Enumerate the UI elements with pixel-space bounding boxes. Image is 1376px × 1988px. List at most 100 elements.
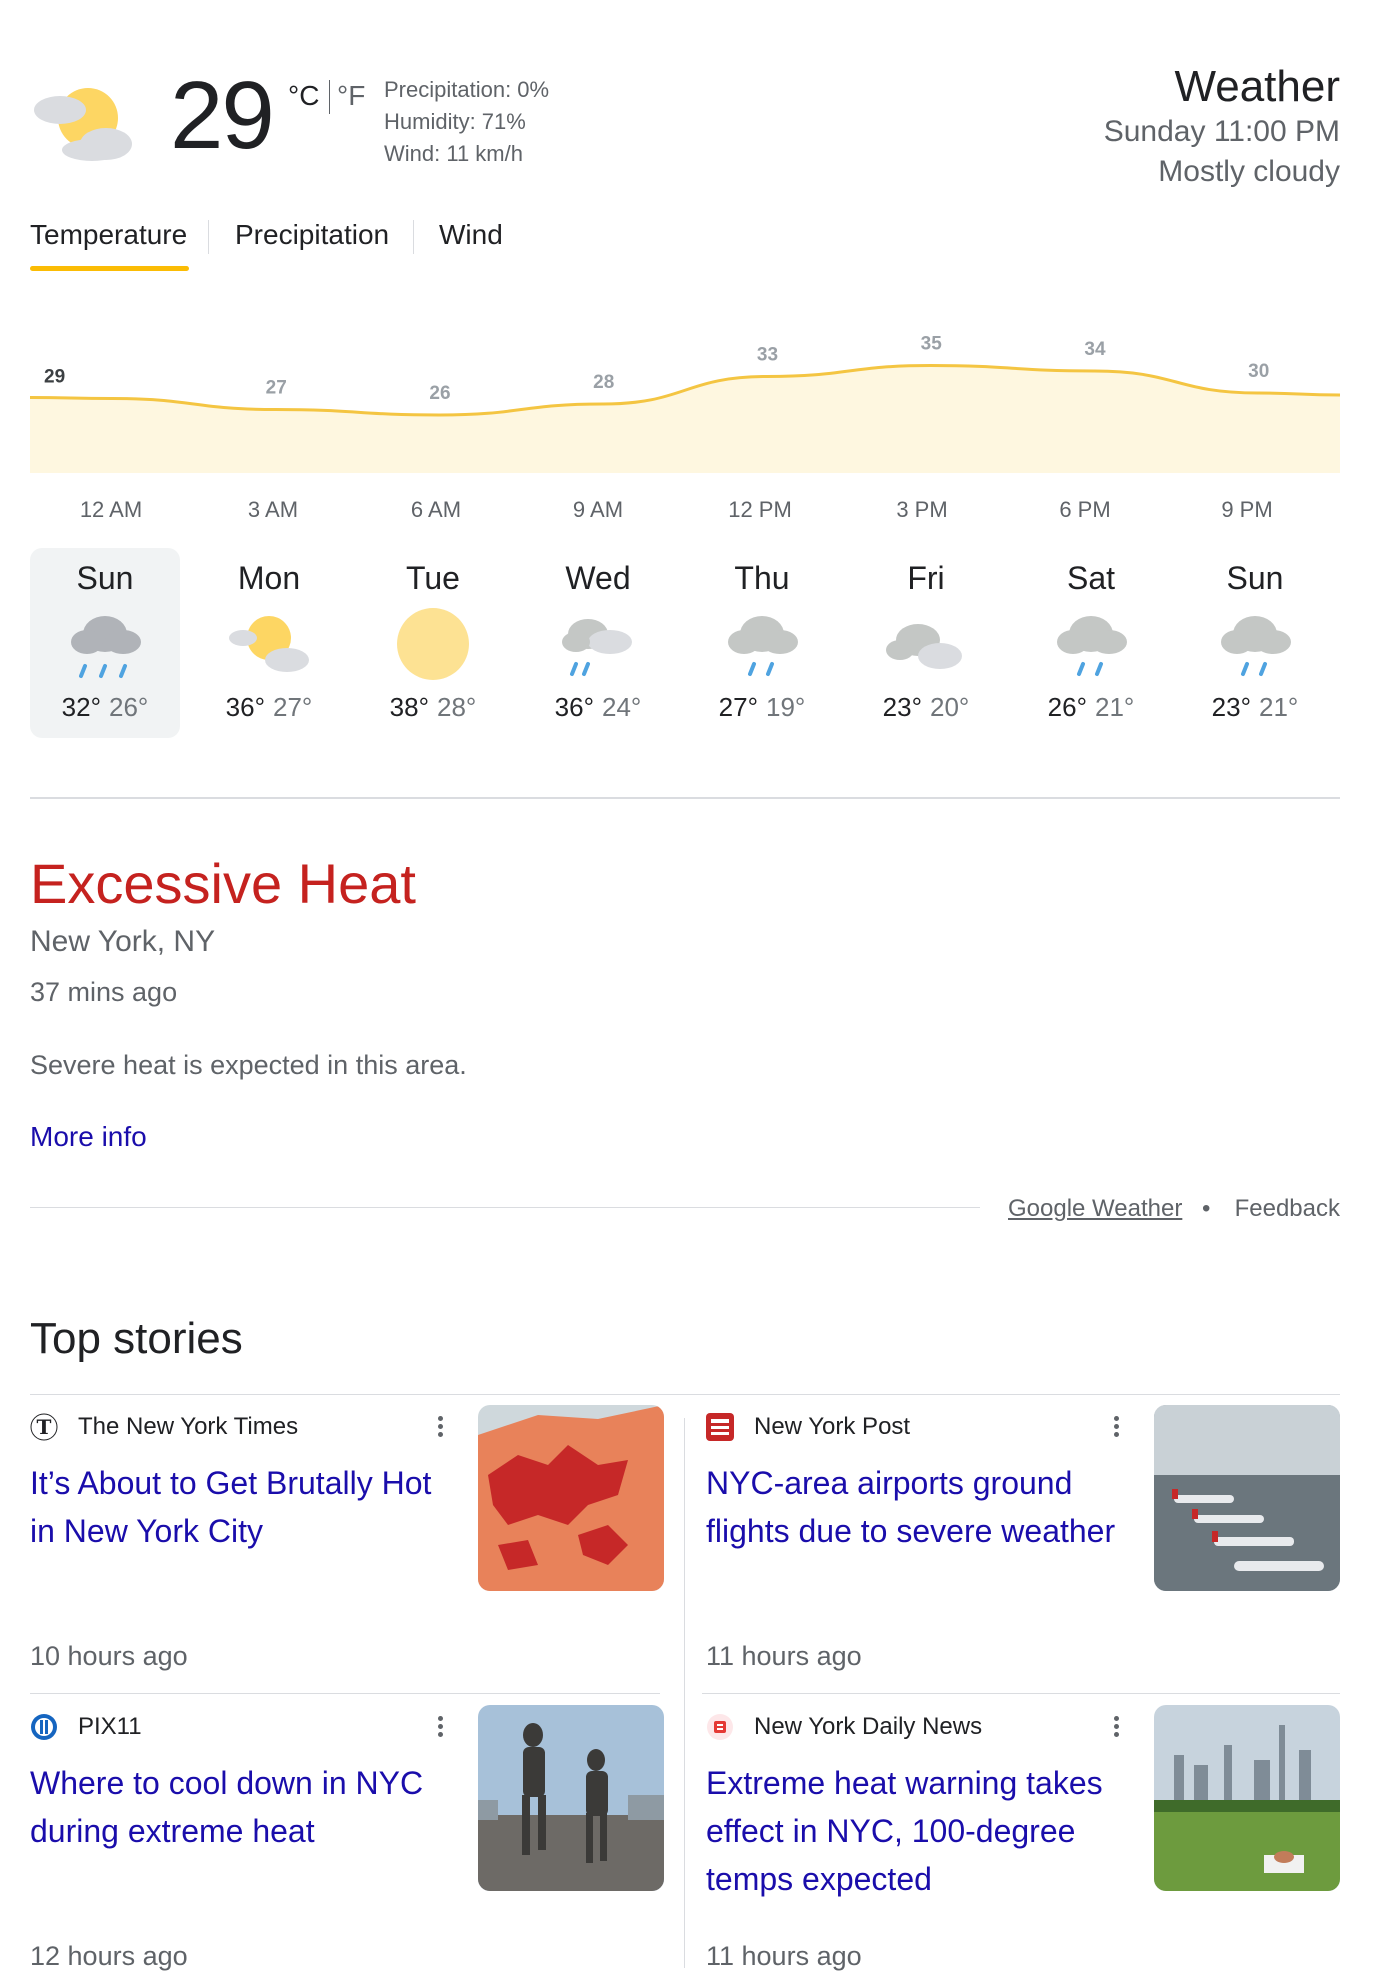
- day-name: Sun: [1226, 560, 1284, 596]
- story-timestamp: 12 hours ago: [30, 1941, 188, 1971]
- day-high: 32°: [61, 692, 101, 722]
- story-card[interactable]: T The New York Times It’s About to Get B…: [30, 1405, 664, 1673]
- hour-label: 6 PM: [1059, 497, 1111, 522]
- day-forecast-sat[interactable]: Sat 26° 21°: [1016, 548, 1166, 738]
- more-options-icon[interactable]: [430, 1413, 450, 1445]
- day-high: 23°: [882, 692, 922, 722]
- weather-datetime: Sunday 11:00 PM: [1103, 115, 1340, 148]
- day-low: 26°: [109, 692, 149, 722]
- story-headline[interactable]: NYC-area airports ground flights due to …: [706, 1459, 1126, 1555]
- story-timestamp: 11 hours ago: [706, 1941, 862, 1971]
- day-low: 24°: [602, 692, 642, 722]
- precipitation-detail: Precipitation: 0%: [384, 77, 550, 102]
- light-rain-icon: [1221, 616, 1291, 676]
- more-options-icon[interactable]: [1106, 1413, 1126, 1445]
- divider: [30, 1394, 1340, 1395]
- hour-label: 12 PM: [728, 497, 792, 522]
- more-options-icon[interactable]: [430, 1713, 450, 1745]
- alert-timestamp: 37 mins ago: [30, 977, 178, 1007]
- day-forecast-fri[interactable]: Fri 23° 20°: [851, 548, 1001, 738]
- pix11-logo-icon: [31, 1714, 57, 1740]
- row-divider: [30, 1693, 660, 1694]
- light-rain-icon: [728, 616, 798, 676]
- more-info-link[interactable]: More info: [30, 1121, 147, 1153]
- day-high: 23°: [1211, 692, 1251, 722]
- separator-dot: •: [1202, 1195, 1211, 1222]
- day-high: 36°: [225, 692, 265, 722]
- hour-label: 9 PM: [1221, 497, 1273, 522]
- row-divider: [702, 1693, 1340, 1694]
- story-headline[interactable]: Where to cool down in NYC during extreme…: [30, 1759, 450, 1855]
- nyt-logo-icon: T: [30, 1413, 58, 1441]
- story-card[interactable]: PIX11 Where to cool down in NYC during e…: [30, 1705, 664, 1973]
- central-park-thumbnail[interactable]: [1154, 1705, 1340, 1891]
- day-low: 20°: [930, 692, 970, 722]
- day-low: 28°: [437, 692, 477, 722]
- day-name: Fri: [907, 560, 945, 596]
- day-high: 27°: [718, 692, 758, 722]
- partly-cloudy-night-icon: [34, 88, 132, 161]
- day-forecast-thu[interactable]: Thu 27° 19°: [687, 548, 837, 738]
- temperature-chart: 29 27 26 28 33 35 34 30: [30, 334, 1340, 473]
- temperature-area: [30, 365, 1340, 473]
- story-timestamp: 10 hours ago: [30, 1641, 188, 1671]
- story-headline[interactable]: Extreme heat warning takes effect in NYC…: [706, 1759, 1126, 1903]
- rain-icon: [71, 616, 141, 678]
- weather-title: Weather: [1174, 62, 1341, 111]
- hour-label: 3 AM: [247, 497, 299, 522]
- story-source: New York Daily News: [754, 1713, 983, 1740]
- tab-divider: [413, 220, 414, 254]
- story-timestamp: 11 hours ago: [706, 1641, 862, 1671]
- day-forecast-wed[interactable]: Wed 36° 24°: [523, 548, 673, 738]
- day-name: Sat: [1066, 560, 1116, 596]
- story-card[interactable]: New York Daily News Extreme heat warning…: [706, 1705, 1340, 1973]
- hour-label: 9 AM: [572, 497, 624, 522]
- more-options-icon[interactable]: [1106, 1713, 1126, 1745]
- day-forecast-sun-next[interactable]: Sun 23° 21°: [1180, 548, 1330, 738]
- top-stories-heading: Top stories: [30, 1314, 243, 1363]
- day-high: 38°: [389, 692, 429, 722]
- column-divider: [684, 1418, 685, 1968]
- day-name: Wed: [565, 560, 631, 596]
- day-forecast-tue[interactable]: Tue 38° 28°: [358, 548, 508, 738]
- day-low: 19°: [766, 692, 806, 722]
- people-walking-thumbnail[interactable]: [478, 1705, 664, 1891]
- ny-post-logo-icon: [706, 1413, 734, 1441]
- wind-detail: Wind: 11 km/h: [384, 141, 523, 166]
- tab-temperature[interactable]: Temperature: [30, 219, 187, 267]
- temperature-data-label: 34: [1084, 339, 1106, 360]
- story-headline[interactable]: It’s About to Get Brutally Hot in New Yo…: [30, 1459, 450, 1555]
- story-source: PIX11: [78, 1713, 142, 1740]
- alert-description: Severe heat is expected in this area.: [30, 1050, 467, 1080]
- day-forecast-sun[interactable]: Sun 32° 26°: [30, 548, 180, 738]
- google-weather-link[interactable]: Google Weather: [1008, 1195, 1182, 1223]
- story-source: The New York Times: [78, 1413, 299, 1440]
- story-card[interactable]: New York Post NYC-area airports ground f…: [706, 1405, 1340, 1673]
- day-low: 27°: [273, 692, 313, 722]
- alert-location: New York, NY: [30, 925, 216, 958]
- divider: [30, 1207, 980, 1208]
- tab-precipitation[interactable]: Precipitation: [235, 219, 389, 267]
- temperature-data-label: 30: [1248, 361, 1269, 382]
- day-name: Tue: [406, 560, 460, 596]
- temperature-data-label: 26: [429, 383, 450, 404]
- alert-title: Excessive Heat: [30, 852, 416, 915]
- weather-condition: Mostly cloudy: [1158, 155, 1340, 188]
- temperature-data-label: 27: [266, 378, 287, 399]
- hour-label: 6 AM: [410, 497, 462, 522]
- tab-divider: [208, 220, 209, 254]
- feedback-link[interactable]: Feedback: [1235, 1195, 1340, 1223]
- day-name: Thu: [734, 560, 790, 596]
- temperature-data-label: 33: [757, 345, 778, 366]
- tab-wind[interactable]: Wind: [439, 219, 503, 267]
- day-high: 36°: [554, 692, 594, 722]
- heat-map-thumbnail[interactable]: [478, 1405, 664, 1591]
- light-rain-icon: [1057, 616, 1127, 676]
- hour-label: 12 AM: [79, 497, 143, 522]
- day-forecast-mon[interactable]: Mon 36° 27°: [194, 548, 344, 738]
- current-temperature: 29: [170, 62, 275, 169]
- airport-planes-thumbnail[interactable]: [1154, 1405, 1340, 1591]
- fahrenheit-toggle[interactable]: °F: [337, 80, 365, 112]
- cloudy-icon: [886, 624, 962, 669]
- celsius-toggle[interactable]: °C: [288, 80, 319, 112]
